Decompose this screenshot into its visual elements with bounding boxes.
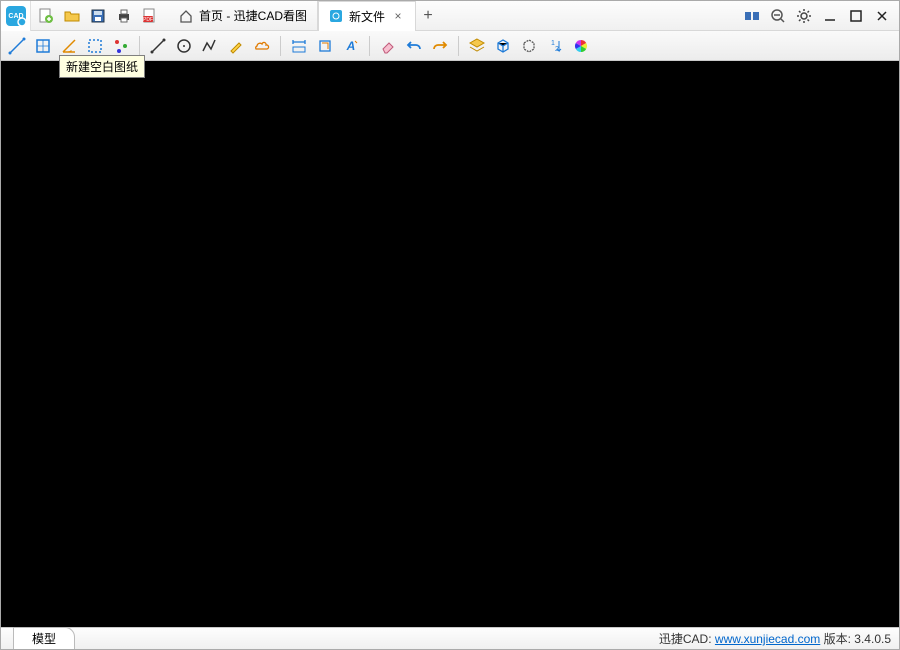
- dimension-aligned-button[interactable]: [313, 34, 337, 58]
- measure-area-button[interactable]: [31, 34, 55, 58]
- dimension-linear-button[interactable]: [287, 34, 311, 58]
- tooltip-text: 新建空白图纸: [66, 60, 138, 74]
- save-button[interactable]: [87, 5, 109, 27]
- rectangle-select-button[interactable]: [83, 34, 107, 58]
- version-value: 3.4.0.5: [854, 632, 891, 646]
- measure-angle-button[interactable]: [57, 34, 81, 58]
- model-tab[interactable]: 模型: [13, 627, 75, 649]
- website-link[interactable]: www.xunjiecad.com: [715, 632, 820, 646]
- line-tool-button[interactable]: [146, 34, 170, 58]
- block-button[interactable]: [517, 34, 541, 58]
- separator: [369, 36, 370, 56]
- brand-label: 迅捷CAD:: [659, 632, 715, 646]
- print-button[interactable]: [113, 5, 135, 27]
- model-tab-label: 模型: [32, 632, 56, 646]
- undo-button[interactable]: [402, 34, 426, 58]
- tab-bar: 首页 - 迅捷CAD看图 新文件 × +: [169, 1, 735, 31]
- layers-button[interactable]: [465, 34, 489, 58]
- tab-close-button[interactable]: ×: [391, 9, 405, 23]
- tab-file-label: 新文件: [349, 8, 385, 25]
- app-logo: CAD: [1, 1, 31, 31]
- status-right: 迅捷CAD: www.xunjiecad.com 版本: 3.4.0.5: [659, 630, 899, 647]
- point-select-button[interactable]: [109, 34, 133, 58]
- svg-text:PDF: PDF: [143, 17, 153, 23]
- polyline-tool-button[interactable]: [198, 34, 222, 58]
- quick-access-toolbar: PDF: [31, 5, 165, 27]
- version-label: 版本:: [820, 632, 854, 646]
- title-bar: CAD PDF 首页 - 迅捷CAD看图 新文件 × +: [1, 1, 899, 31]
- tab-file[interactable]: 新文件 ×: [318, 1, 416, 32]
- 3d-view-button[interactable]: [491, 34, 515, 58]
- open-file-button[interactable]: [61, 5, 83, 27]
- eraser-button[interactable]: [376, 34, 400, 58]
- tab-home-label: 首页 - 迅捷CAD看图: [199, 7, 307, 24]
- separator: [458, 36, 459, 56]
- tab-add-button[interactable]: +: [416, 1, 440, 31]
- sort-button[interactable]: 12: [543, 34, 567, 58]
- tooltip: 新建空白图纸: [59, 55, 145, 78]
- redo-button[interactable]: [428, 34, 452, 58]
- separator: [139, 36, 140, 56]
- svg-text:CAD: CAD: [8, 13, 23, 20]
- drawing-canvas[interactable]: [1, 61, 899, 627]
- tab-home[interactable]: 首页 - 迅捷CAD看图: [169, 1, 318, 31]
- status-bar: 模型 迅捷CAD: www.xunjiecad.com 版本: 3.4.0.5: [1, 627, 899, 649]
- document-icon: [329, 9, 343, 23]
- separator: [280, 36, 281, 56]
- export-pdf-button[interactable]: PDF: [139, 5, 161, 27]
- home-icon: [179, 9, 193, 23]
- svg-text:A: A: [346, 39, 356, 53]
- main-toolbar: A 12 新建空白图纸: [1, 31, 899, 61]
- measure-distance-button[interactable]: [5, 34, 29, 58]
- new-file-button[interactable]: [35, 5, 57, 27]
- text-tool-button[interactable]: A: [339, 34, 363, 58]
- maximize-button[interactable]: [845, 5, 867, 27]
- close-button[interactable]: [871, 5, 893, 27]
- circle-tool-button[interactable]: [172, 34, 196, 58]
- highlight-tool-button[interactable]: [224, 34, 248, 58]
- cloud-tool-button[interactable]: [250, 34, 274, 58]
- window-controls: [735, 5, 899, 27]
- vip-icon[interactable]: [741, 5, 763, 27]
- minimize-button[interactable]: [819, 5, 841, 27]
- settings-button[interactable]: [793, 5, 815, 27]
- zoom-out-icon[interactable]: [767, 5, 789, 27]
- color-wheel-button[interactable]: [569, 34, 593, 58]
